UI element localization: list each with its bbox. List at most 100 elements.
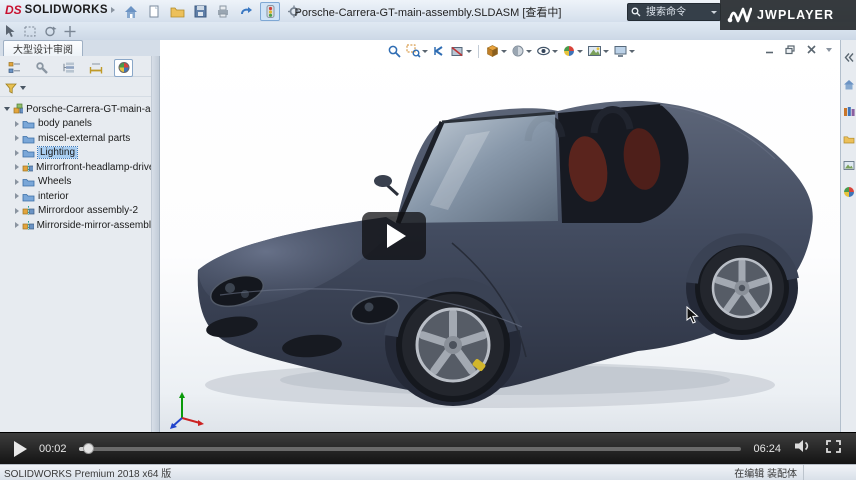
view-palette-icon[interactable] [843,158,855,176]
folder-icon [22,118,35,129]
view-settings-icon[interactable] [612,43,636,59]
minimize-icon[interactable] [763,44,775,55]
collapsed-caret-icon[interactable] [15,164,19,170]
filter-funnel-icon [5,83,17,94]
command-search[interactable] [627,3,721,21]
edit-appearance-icon[interactable] [561,43,584,59]
task-pane-collapse-icon[interactable] [842,50,855,68]
featuremanager-panel: Porsche-Carrera-GT-main-assembly body pa… [0,56,152,432]
play-icon [387,224,406,248]
progress-bar[interactable] [79,447,742,451]
fullscreen-icon[interactable] [825,439,842,459]
search-dropdown-icon[interactable] [711,11,717,14]
solidworks-logo: DS SOLIDWORKS [5,3,115,17]
collapsed-caret-icon[interactable] [15,150,19,156]
file-explorer-icon[interactable] [843,131,855,149]
apply-scene-icon[interactable] [586,43,610,59]
propertymanager-tab-icon[interactable] [33,60,50,76]
hide-show-items-icon[interactable] [535,43,559,59]
tree-item[interactable]: Mirrorfront-headlamp-driver-as [0,160,151,175]
view-orientation-icon[interactable] [484,43,508,59]
featuremanager-tab-icon[interactable] [6,60,23,76]
jwplayer-brand-text: JWPLAYER [757,8,834,22]
menu-expand-icon[interactable] [111,7,115,13]
zoom-to-area-icon[interactable] [405,43,429,59]
collapsed-caret-icon[interactable] [15,222,19,228]
new-document-icon[interactable] [145,3,163,20]
expand-caret-icon[interactable] [4,107,10,111]
duration: 06:24 [753,443,781,455]
displaymanager-tab-icon[interactable] [114,59,133,77]
section-view-icon[interactable] [449,43,473,59]
status-version-text: SOLIDWORKS Premium 2018 x64 版 [4,465,171,480]
collapsed-caret-icon[interactable] [15,135,19,141]
collapsed-caret-icon[interactable] [15,208,19,214]
tree-filter-row[interactable] [0,80,151,97]
feature-tree: Porsche-Carrera-GT-main-assembly body pa… [0,102,151,233]
restore-icon[interactable] [784,44,796,55]
folder-icon [22,176,35,187]
tree-item-label: miscel-external parts [38,133,130,144]
configurationmanager-tab-icon[interactable] [60,60,77,76]
filter-dropdown-icon[interactable] [20,86,26,90]
home-icon[interactable] [122,3,140,20]
tree-item[interactable]: miscel-external parts [0,131,151,146]
tree-item-root[interactable]: Porsche-Carrera-GT-main-assembly [0,102,151,117]
print-icon[interactable] [214,3,232,20]
commandmanager-tab-row: 大型设计审阅 [0,40,160,56]
tab-label: 大型设计审阅 [13,41,73,56]
collapsed-caret-icon[interactable] [15,193,19,199]
collapse-toolbar-icon[interactable] [826,48,832,52]
mirror-assembly-icon [22,162,33,173]
design-library-icon[interactable] [843,104,855,122]
current-time: 00:02 [39,443,67,455]
tree-item-label: Lighting [38,147,77,158]
tree-item[interactable]: Mirrordoor assembly-2 [0,204,151,219]
zoom-to-fit-icon[interactable] [386,43,403,59]
resources-icon[interactable] [843,77,855,95]
assembly-icon [13,103,23,115]
tree-item[interactable]: body panels [0,117,151,132]
jwplayer-watermark: JWPLAYER [720,0,856,30]
folder-icon [22,147,35,158]
logo-text: SOLIDWORKS [25,4,108,16]
player-play-button[interactable] [14,441,27,457]
document-window-controls [763,44,832,55]
appearances-icon[interactable] [843,185,855,203]
close-icon[interactable] [805,44,817,55]
volume-icon[interactable] [793,438,813,459]
tree-item-selected[interactable]: Lighting [0,146,151,161]
tree-item-label: Porsche-Carrera-GT-main-assembly [26,104,151,115]
tree-item[interactable]: interior [0,189,151,204]
status-cell [803,465,856,480]
rebuild-icon[interactable] [260,2,280,21]
tree-item-label: interior [38,191,69,202]
headsup-view-toolbar [386,43,636,59]
car-3d-model[interactable] [190,95,815,410]
quick-access-toolbar [122,2,303,21]
task-pane-strip [840,40,856,432]
collapsed-caret-icon[interactable] [15,121,19,127]
search-icon [631,7,641,17]
coordinate-triad-icon [168,390,208,430]
panel-splitter[interactable] [152,56,160,432]
save-icon[interactable] [191,3,209,20]
folder-icon [22,191,35,202]
tree-item[interactable]: Wheels [0,175,151,190]
mouse-cursor [686,306,700,324]
tree-item[interactable]: Mirrorside-mirror-assembly-2 [0,218,151,233]
undo-icon[interactable] [237,3,255,20]
dimxpertmanager-tab-icon[interactable] [87,60,104,76]
mirror-assembly-icon [22,205,35,216]
search-input[interactable] [644,6,708,19]
display-style-icon[interactable] [510,43,533,59]
tab-large-design-review[interactable]: 大型设计审阅 [3,40,83,56]
video-play-overlay-button[interactable] [362,212,426,260]
open-icon[interactable] [168,3,186,20]
mirror-assembly-icon [22,220,34,231]
status-bar: SOLIDWORKS Premium 2018 x64 版 在编辑 装配体 [0,464,856,480]
graphics-viewport[interactable] [160,40,840,432]
progress-knob[interactable] [83,443,94,454]
collapsed-caret-icon[interactable] [15,179,19,185]
previous-view-icon[interactable] [431,43,447,59]
